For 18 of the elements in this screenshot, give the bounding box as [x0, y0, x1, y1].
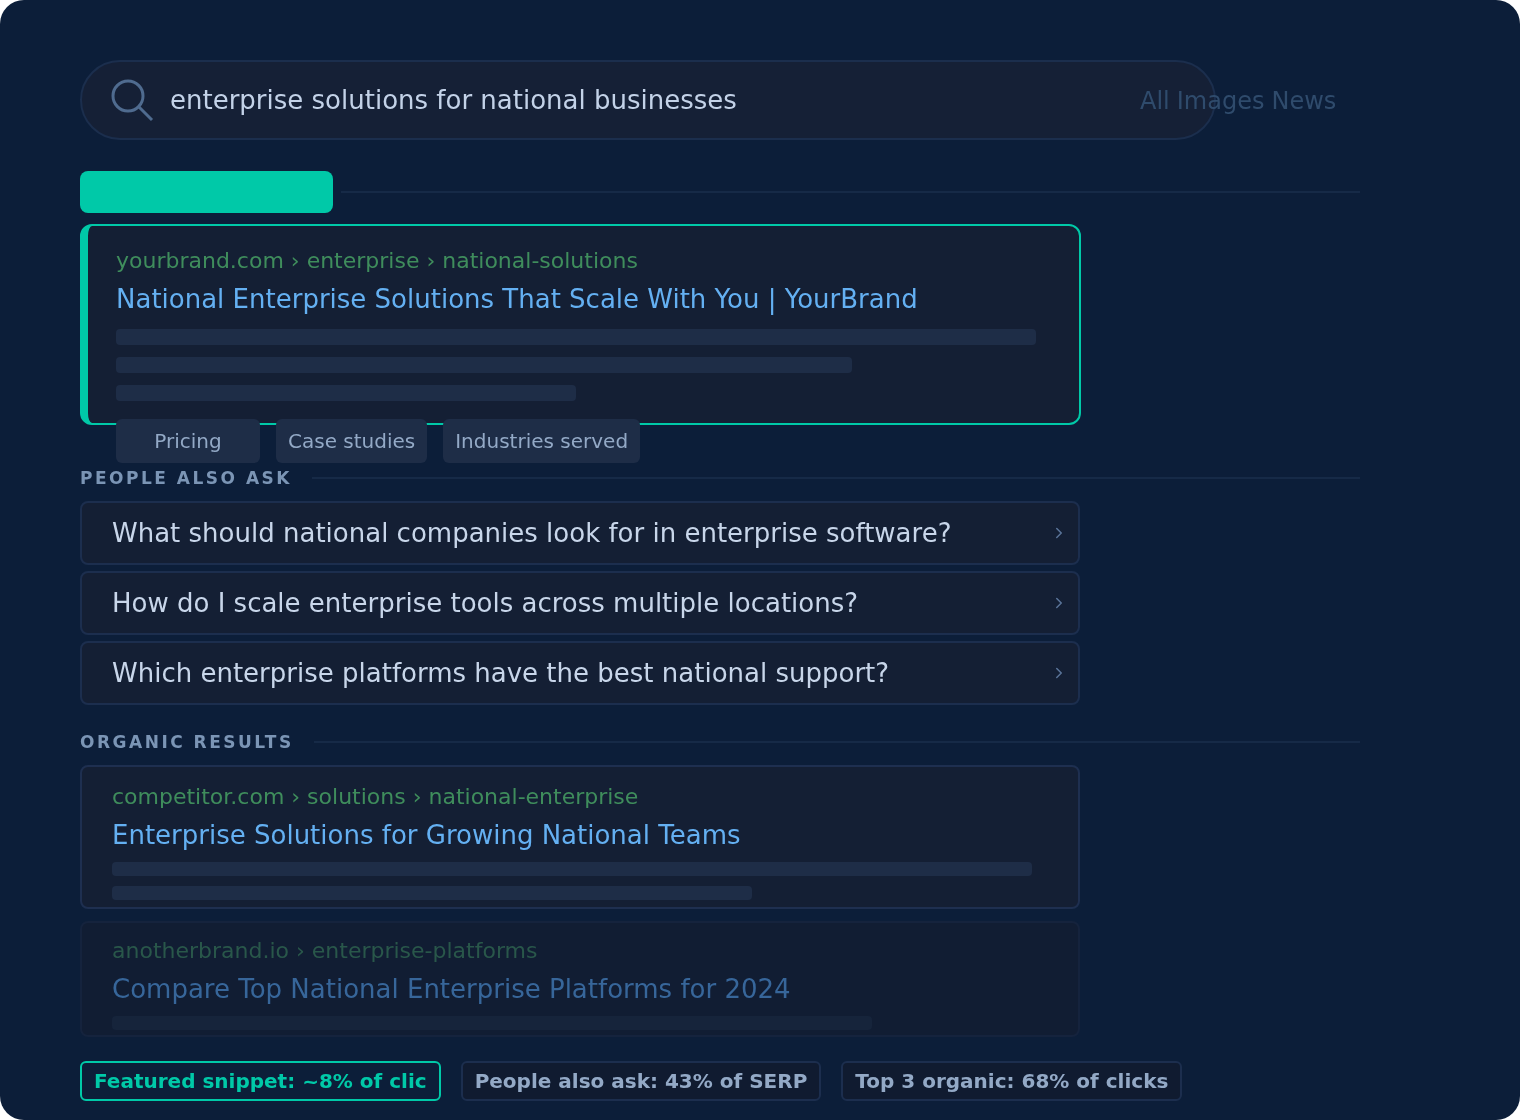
sitelink-chip[interactable]: Pricing — [116, 419, 260, 463]
result-title-link[interactable]: Enterprise Solutions for Growing National Teams — [112, 820, 1078, 850]
section-heading: ORGANIC RESULTS — [80, 732, 294, 752]
result-title-link[interactable]: National Enterprise Solutions That Scale With You | YourBrand — [116, 284, 1079, 314]
result-breadcrumb: anotherbrand.io › enterprise-platforms — [112, 938, 539, 964]
result-breadcrumb: competitor.com › solutions › national-enterprise — [112, 784, 640, 810]
question-row[interactable]: Which enterprise platforms have the best national support? — [80, 641, 1080, 705]
stat-pill: Featured snippet: ~8% of clic — [80, 1061, 441, 1101]
stat-pill: People also ask: 43% of SERP — [460, 1061, 822, 1101]
stat-pill: Top 3 organic: 68% of clicks — [841, 1061, 1183, 1101]
question-row[interactable]: What should national companies look for in enterprise software? — [80, 501, 1080, 565]
search-query: enterprise solutions for national businesses — [170, 83, 737, 117]
question-row[interactable]: How do I scale enterprise tools across multiple locations? — [80, 571, 1080, 635]
section-heading: PEOPLE ALSO ASK — [80, 468, 293, 488]
sitelink-chip[interactable]: Case studies — [276, 419, 428, 463]
search-icon — [110, 78, 154, 122]
sitelink-chip[interactable]: Industries served — [443, 419, 641, 463]
result-breadcrumb: yourbrand.com › enterprise › national-solutions — [116, 248, 639, 274]
